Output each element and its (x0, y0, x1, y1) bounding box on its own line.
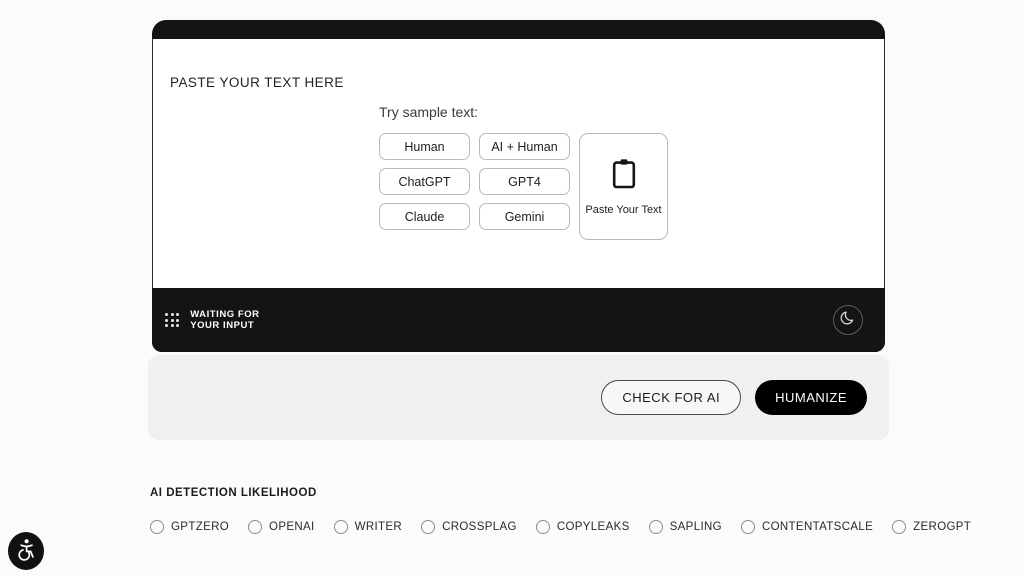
status-circle-icon (333, 520, 348, 534)
detector-copyleaks[interactable]: COPYLEAKS (535, 520, 630, 534)
check-for-ai-button[interactable]: CHECK FOR AI (601, 380, 742, 415)
status-circle-icon (740, 520, 755, 534)
sample-button-gemini[interactable]: Gemini (479, 203, 570, 230)
paste-your-text-button[interactable]: Paste Your Text (579, 133, 668, 240)
sample-column-left: Human ChatGPT Claude (379, 133, 470, 240)
clipboard-icon (611, 158, 637, 195)
detector-label: GPTZERO (171, 521, 230, 533)
detector-gptzero[interactable]: GPTZERO (150, 520, 229, 534)
status-circle-icon (248, 520, 263, 534)
detector-label: ZEROGPT (913, 521, 972, 533)
detector-label: CROSSPLAG (442, 521, 517, 533)
text-input-surface[interactable]: PASTE YOUR TEXT HERE Try sample text: Hu… (152, 39, 885, 308)
status-circle-icon (648, 520, 663, 534)
sample-text-options: Human ChatGPT Claude AI + Human GPT4 Gem… (379, 133, 679, 240)
ai-detection-section: AI DETECTION LIKELIHOOD GPTZERO OPENAI W… (150, 487, 971, 534)
action-bar: CHECK FOR AI HUMANIZE (148, 355, 889, 440)
accessibility-widget-button[interactable] (8, 532, 44, 570)
status-circle-icon (535, 520, 550, 534)
sample-column-right: AI + Human GPT4 Gemini (479, 133, 570, 240)
status-bar: WAITING FOR YOUR INPUT (152, 288, 885, 352)
sample-button-human[interactable]: Human (379, 133, 470, 160)
detector-label: SAPLING (669, 521, 722, 533)
detector-contentatscale[interactable]: CONTENTATSCALE (740, 520, 874, 534)
sample-text-label: Try sample text: (379, 104, 479, 120)
sample-button-gpt4[interactable]: GPT4 (479, 168, 570, 195)
page-title: PASTE YOUR TEXT HERE (170, 75, 344, 90)
dot-grid-icon (165, 312, 180, 328)
detector-label: COPYLEAKS (556, 521, 630, 533)
sample-button-claude[interactable]: Claude (379, 203, 470, 230)
sample-button-ai-human[interactable]: AI + Human (479, 133, 570, 160)
sample-text-section: Try sample text: Human ChatGPT Claude AI… (379, 104, 679, 240)
status-circle-icon (421, 520, 436, 534)
status-line-2: YOUR INPUT (190, 320, 255, 331)
detector-writer[interactable]: WRITER (333, 520, 403, 534)
detector-sapling[interactable]: SAPLING (648, 520, 722, 534)
status-badge: WAITING FOR YOUR INPUT (190, 309, 259, 332)
detector-openai[interactable]: OPENAI (248, 520, 315, 534)
detector-crossplag[interactable]: CROSSPLAG (421, 520, 517, 534)
dark-mode-toggle[interactable] (833, 305, 863, 335)
detection-section-title: AI DETECTION LIKELIHOOD (150, 487, 317, 499)
paste-card-label: Paste Your Text (585, 203, 662, 216)
accessibility-icon (15, 537, 37, 566)
humanize-button[interactable]: HUMANIZE (755, 380, 867, 415)
sample-button-chatgpt[interactable]: ChatGPT (379, 168, 470, 195)
detector-label: WRITER (354, 521, 403, 533)
detector-label: CONTENTATSCALE (761, 521, 874, 533)
detector-zerogpt[interactable]: ZEROGPT (892, 520, 971, 534)
status-circle-icon (150, 520, 164, 534)
status-line-1: WAITING FOR (190, 308, 260, 320)
editor-panel: PASTE YOUR TEXT HERE Try sample text: Hu… (152, 20, 885, 352)
status-circle-icon (892, 520, 907, 534)
detector-label: OPENAI (269, 521, 315, 533)
detector-list: GPTZERO OPENAI WRITER CROSSPLAG COPYLEAK… (150, 520, 971, 534)
moon-icon (840, 309, 857, 331)
